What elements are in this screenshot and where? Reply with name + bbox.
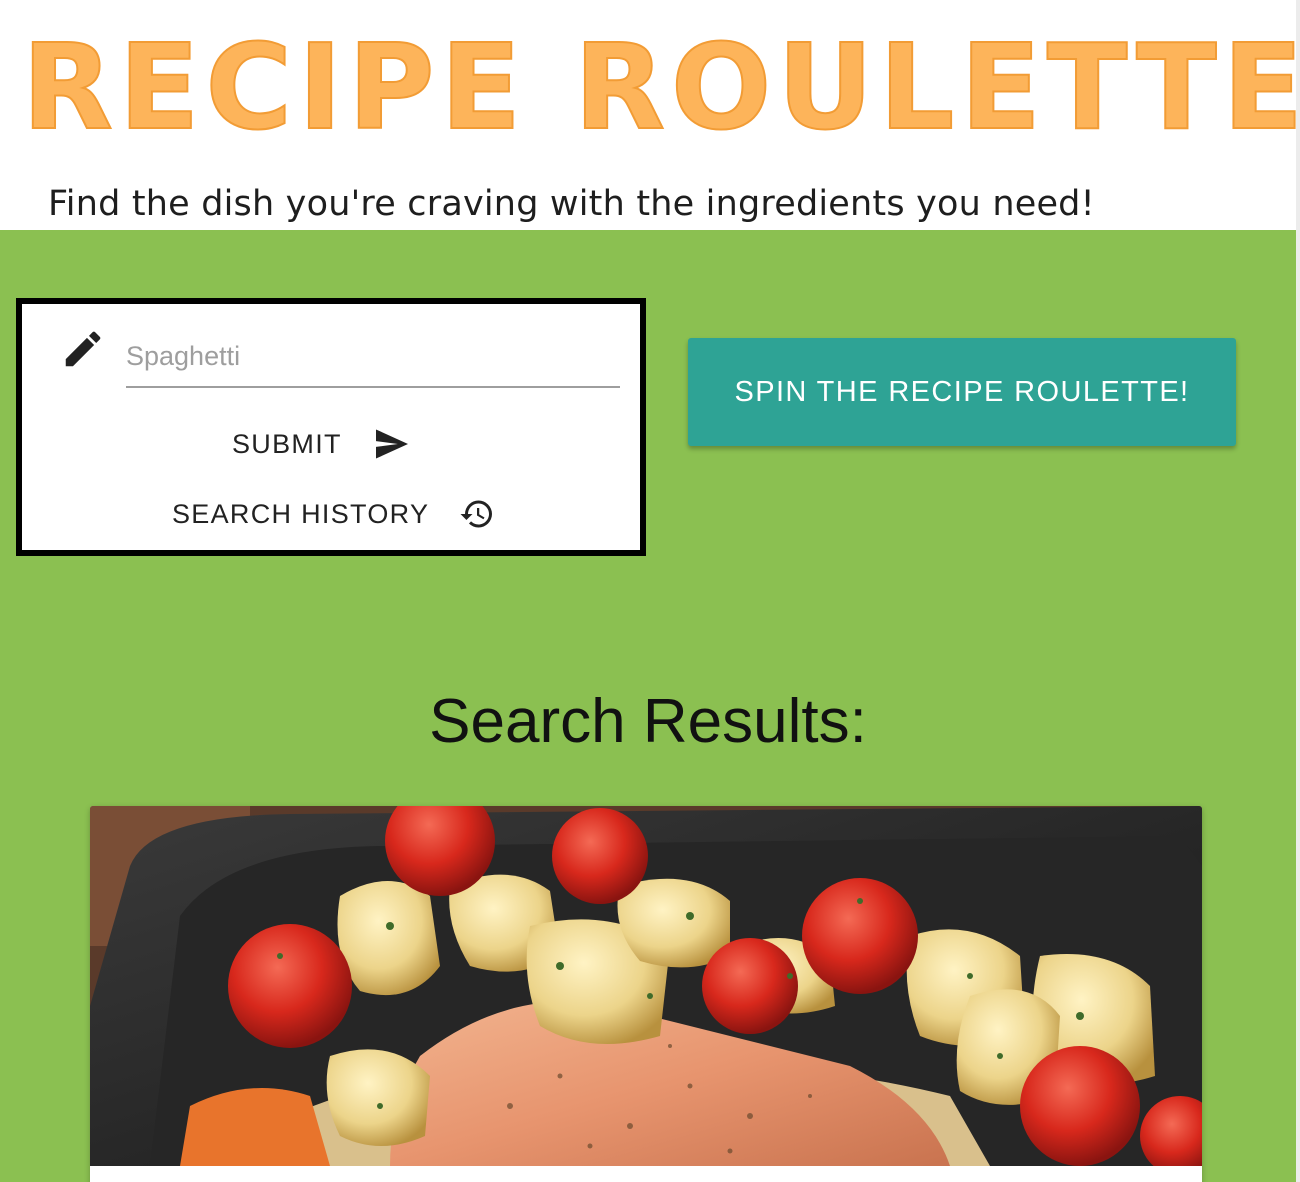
page-header: RECIPE ROULETTE Find the dish you're cra…: [0, 0, 1300, 230]
submit-button[interactable]: SUBMIT: [232, 418, 410, 470]
page: RECIPE ROULETTE Find the dish you're cra…: [0, 0, 1300, 1182]
search-history-button[interactable]: SEARCH HISTORY: [172, 492, 495, 536]
pencil-icon: [65, 331, 101, 367]
scrollbar[interactable]: [1296, 0, 1300, 1182]
recipe-card[interactable]: [90, 806, 1202, 1182]
spin-roulette-button[interactable]: SPIN THE RECIPE ROULETTE!: [688, 338, 1236, 446]
recipe-image[interactable]: [90, 806, 1202, 1166]
history-icon: [460, 500, 493, 528]
app-title: RECIPE ROULETTE: [21, 18, 1300, 156]
search-history-label: SEARCH HISTORY: [172, 498, 430, 529]
submit-label: SUBMIT: [232, 428, 342, 459]
search-panel: SUBMIT SEARCH HISTORY: [16, 298, 646, 556]
tagline: Find the dish you're craving with the in…: [48, 184, 1095, 224]
send-icon: [375, 429, 408, 459]
main-content: SUBMIT SEARCH HISTORY SPIN THE RECIPE RO…: [0, 230, 1296, 1182]
search-input[interactable]: [126, 326, 620, 388]
search-results-heading: Search Results:: [429, 687, 867, 756]
